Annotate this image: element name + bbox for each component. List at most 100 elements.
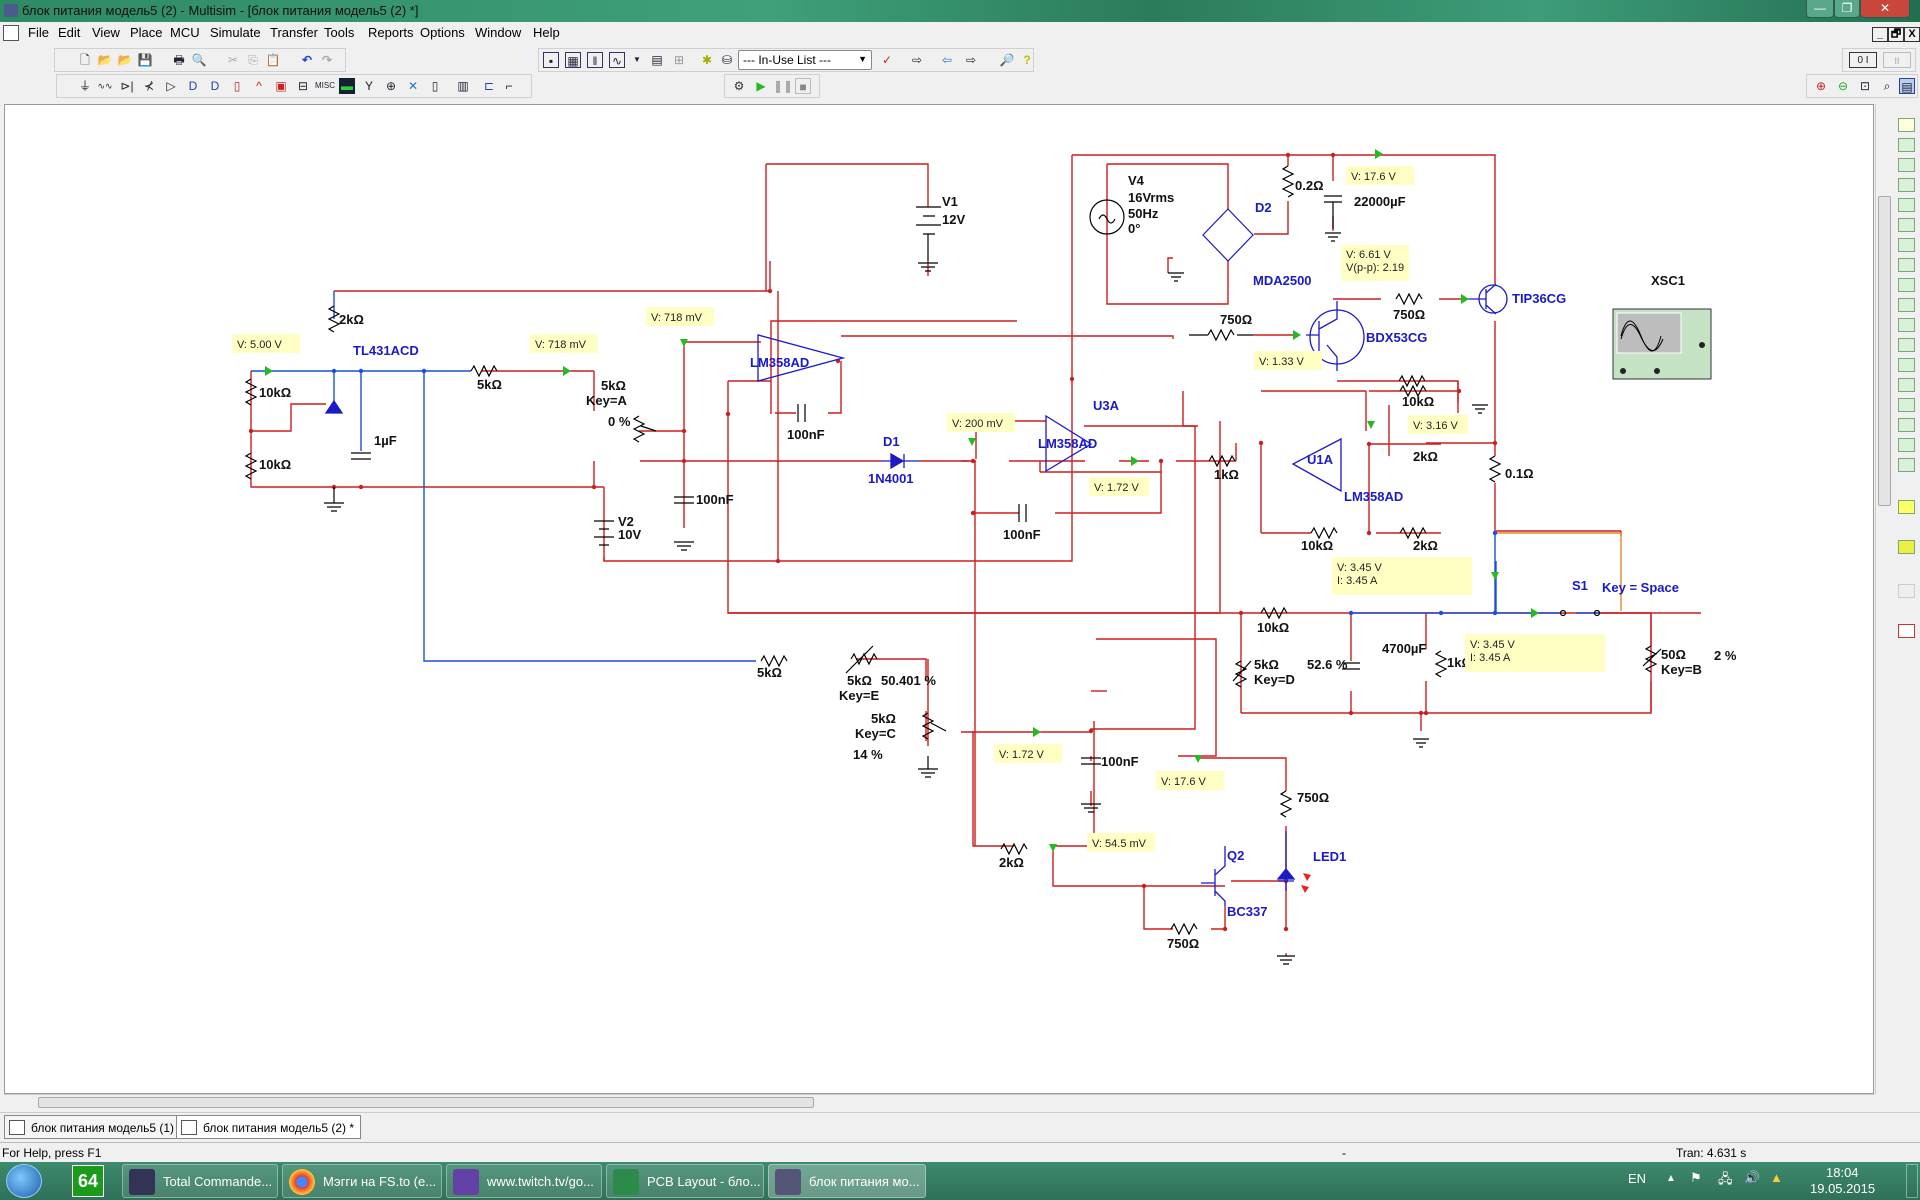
menu-mcu[interactable]: MCU (170, 25, 200, 40)
menu-place[interactable]: Place (130, 25, 163, 40)
mdi-restore-button[interactable]: 🗗 (1888, 27, 1904, 42)
place-ttl-icon[interactable]: D (185, 78, 201, 94)
zoom-fit-icon[interactable]: ⌕ (1879, 78, 1895, 94)
start-button[interactable] (6, 1164, 42, 1198)
place-analog-icon[interactable]: ▷ (163, 78, 179, 94)
restore-button[interactable]: ❐ (1834, 0, 1860, 18)
place-basic-icon[interactable]: ∿∿ (97, 78, 113, 94)
bode-plotter-icon[interactable] (1898, 218, 1915, 232)
place-indicator-icon[interactable]: ▣ (273, 78, 289, 94)
place-misc-icon[interactable]: MISC (315, 78, 335, 94)
logic-analyzer-icon[interactable] (1898, 298, 1915, 312)
stop-simulation-button[interactable]: ■ (795, 78, 811, 94)
minimize-button[interactable]: — (1806, 0, 1834, 18)
open-sample-icon[interactable]: 📂 (117, 52, 133, 68)
current-probe-icon[interactable] (1898, 624, 1915, 638)
ni-elvis-icon[interactable] (1898, 584, 1915, 598)
place-cmos-icon[interactable]: D (207, 78, 223, 94)
hierarchical-block-icon[interactable]: ⊏ (481, 78, 497, 94)
pause-simulation-button[interactable]: ❚❚ (773, 78, 793, 94)
new-component-icon[interactable]: ✱ (699, 52, 715, 68)
multimeter-icon[interactable] (1898, 118, 1915, 132)
show-desktop-button[interactable] (1906, 1164, 1918, 1198)
tab-model5-1[interactable]: блок питания модель5 (1) (4, 1115, 181, 1139)
erc-icon[interactable]: ✓ (879, 52, 895, 68)
design-toolbox-icon[interactable]: ▪ (543, 52, 559, 68)
function-generator-icon[interactable] (1898, 138, 1915, 152)
database-icon[interactable]: ⛁ (719, 52, 735, 68)
place-ni-icon[interactable]: ✕ (405, 78, 421, 94)
menu-view[interactable]: View (92, 25, 120, 40)
pause-switch[interactable]: II (1883, 52, 1911, 68)
tektronix-oscilloscope-icon[interactable] (1898, 458, 1915, 472)
network-icon[interactable]: 🖧 (1718, 1170, 1733, 1192)
menu-tools[interactable]: Tools (324, 25, 354, 40)
distortion-analyzer-icon[interactable] (1898, 338, 1915, 352)
open-icon[interactable]: 📂 (97, 52, 113, 68)
language-indicator[interactable]: EN (1628, 1171, 1646, 1186)
full-screen-icon[interactable]: ▤ (1899, 78, 1915, 94)
mdi-minimize-button[interactable]: _ (1872, 27, 1888, 42)
place-electromechanical-icon[interactable]: ⊕ (383, 78, 399, 94)
zoom-out-icon[interactable]: ⊖ (1835, 78, 1851, 94)
tab-model5-2[interactable]: блок питания модель5 (2) * (176, 1115, 361, 1139)
volume-icon[interactable]: 🔊 (1744, 1170, 1760, 1186)
postprocessor-icon[interactable]: ▤ (649, 52, 665, 68)
place-mixed-icon[interactable]: ^ (251, 78, 267, 94)
place-source-icon[interactable]: ⏚ (77, 78, 93, 94)
place-transistor-icon[interactable]: ⊀ (141, 78, 157, 94)
place-diode-icon[interactable]: ⊳| (119, 78, 135, 94)
zoom-area-icon[interactable]: ⊡ (1857, 78, 1873, 94)
four-channel-oscilloscope-icon[interactable] (1898, 198, 1915, 212)
wattmeter-icon[interactable] (1898, 158, 1915, 172)
run-simulation-button[interactable]: ▶ (753, 78, 769, 94)
copy-icon[interactable]: ⎘ (245, 52, 261, 68)
chevron-down-icon[interactable]: ▼ (629, 52, 645, 68)
menu-help[interactable]: Help (533, 25, 560, 40)
word-generator-icon[interactable] (1898, 258, 1915, 272)
grapher-icon[interactable]: ∿ (609, 52, 625, 68)
action-center-icon[interactable]: ⚑ (1690, 1170, 1702, 1186)
save-icon[interactable]: 💾 (137, 52, 153, 68)
measurement-probe-icon[interactable] (1898, 500, 1915, 514)
place-mcu-module-icon[interactable]: ▥ (455, 78, 471, 94)
task-pcb-layout[interactable]: PCB Layout - бло... (606, 1164, 764, 1198)
frequency-counter-icon[interactable] (1898, 238, 1915, 252)
agilent-oscilloscope-icon[interactable] (1898, 438, 1915, 452)
place-rf-icon[interactable]: Y (361, 78, 377, 94)
document-icon[interactable] (3, 25, 19, 41)
transfer-to-ultiboard-icon[interactable]: ⇨ (909, 52, 925, 68)
find-examples-icon[interactable]: 🔎 (999, 52, 1015, 68)
network-analyzer-icon[interactable] (1898, 378, 1915, 392)
simulation-switch[interactable]: 0 I (1849, 52, 1877, 68)
aida64-icon[interactable]: 64 (72, 1165, 104, 1197)
help-icon[interactable]: ? (1019, 52, 1035, 68)
spectrum-analyzer-icon[interactable] (1898, 358, 1915, 372)
print-icon[interactable]: 🖶 (171, 52, 187, 68)
mdi-close-button[interactable]: X (1904, 27, 1920, 42)
task-multisim[interactable]: блок питания мо... (768, 1164, 926, 1198)
oscilloscope-xsc1[interactable] (1612, 308, 1712, 380)
place-mcu-icon[interactable]: ▯ (229, 78, 245, 94)
backannotate-icon[interactable]: ⇦ (939, 52, 955, 68)
place-power-icon[interactable]: ⊟ (295, 78, 311, 94)
clock-date[interactable]: 19.05.2015 (1810, 1181, 1875, 1196)
show-hidden-icons[interactable]: ▲ (1666, 1173, 1676, 1184)
component-wizard-icon[interactable]: ⊞ (671, 52, 687, 68)
interactive-settings-icon[interactable]: ⚙ (731, 78, 747, 94)
clock-time[interactable]: 18:04 (1826, 1165, 1859, 1180)
iv-analyzer-icon[interactable] (1898, 318, 1915, 332)
vertical-scrollbar[interactable] (1875, 104, 1892, 1094)
place-connector-icon[interactable]: ▯ (427, 78, 443, 94)
task-chrome[interactable]: Мэгги на FS.to (e... (282, 1164, 442, 1198)
cut-icon[interactable]: ✂ (225, 52, 241, 68)
menu-reports[interactable]: Reports (368, 25, 414, 40)
forward-annotate-icon[interactable]: ⇨ (963, 52, 979, 68)
database-manager-icon[interactable]: ‖ (587, 52, 603, 68)
task-total-commander[interactable]: Total Commande... (122, 1164, 278, 1198)
close-button[interactable]: ✕ (1860, 0, 1910, 18)
labview-instrument-icon[interactable] (1898, 540, 1915, 554)
zoom-in-icon[interactable]: ⊕ (1813, 78, 1829, 94)
menu-file[interactable]: File (28, 25, 49, 40)
schematic-canvas[interactable]: V1 12V V4 16Vrms 50Hz 0° 0.2Ω 22000µF 75… (4, 104, 1874, 1094)
